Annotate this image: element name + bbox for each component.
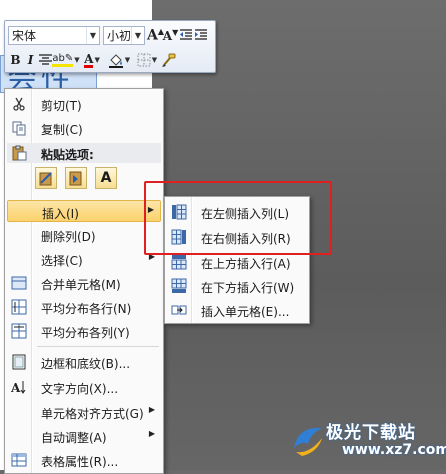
insert-row-below-icon [171, 278, 187, 294]
menu-item-label: 边框和底纹(B)... [41, 357, 131, 371]
menu-item-label: 文字方向(X)... [41, 382, 119, 396]
submenu-item-label: 在上方插入行(A) [201, 257, 291, 271]
watermark-logo-icon [294, 427, 322, 456]
svg-text:A: A [11, 381, 21, 395]
chevron-down-icon[interactable]: ▼ [131, 26, 144, 44]
borders-icon [137, 53, 151, 67]
paste-text-only-button[interactable]: A [95, 167, 117, 189]
format-painter-icon [162, 53, 176, 67]
watermark: 极光下载站 www.xz7.com [286, 410, 446, 470]
italic-icon: I [27, 53, 34, 67]
menu-item-label: 平均分布各行(N) [41, 302, 132, 316]
menu-item-distribute-columns[interactable]: 平均分布各列(Y) [7, 320, 161, 342]
borders-icon [11, 354, 27, 370]
increase-indent-button[interactable] [193, 25, 208, 46]
mini-toolbar: 宋体 ▼ 小初 ▼ A▲ A▼ B I ab✎ ▼ A ▼ ▼ ▼ [4, 20, 216, 73]
menu-item-insert[interactable]: 插入(I) ▶ [7, 200, 161, 222]
scissors-icon [11, 96, 27, 112]
increase-indent-icon [194, 29, 207, 40]
distribute-rows-icon [11, 299, 27, 315]
bold-icon: B [10, 53, 21, 67]
font-name-combo[interactable]: 宋体 ▼ [8, 25, 100, 45]
shading-button[interactable]: ▼ [105, 50, 133, 71]
menu-item-label: 单元格对齐方式(G) [41, 407, 144, 421]
shrink-font-button[interactable]: A▼ [163, 25, 178, 46]
menu-item-label: 删除列(D) [41, 230, 96, 244]
paste-merge-button[interactable] [65, 167, 87, 189]
decrease-indent-icon [179, 29, 192, 40]
decrease-indent-button[interactable] [178, 25, 193, 46]
center-align-button[interactable] [38, 50, 53, 71]
submenu-arrow-icon: ▶ [148, 405, 155, 414]
menu-separator [37, 346, 159, 347]
menu-item-label: 剪切(T) [41, 99, 82, 113]
merge-cells-icon [11, 275, 27, 291]
submenu-item-insert-cells[interactable]: 插入单元格(E)... [167, 299, 307, 321]
menu-item-cut[interactable]: 剪切(T) [7, 93, 161, 115]
highlighter-icon: ab✎ [52, 53, 74, 67]
annotation-highlight-box [144, 181, 332, 255]
text-direction-icon: A [11, 379, 27, 395]
menu-item-autofit[interactable]: 自动调整(A) ▶ [7, 425, 161, 447]
submenu-item-label: 插入单元格(E)... [201, 305, 290, 319]
bold-button[interactable]: B [8, 50, 23, 71]
font-name-value: 宋体 [12, 28, 37, 43]
menu-item-delete-column[interactable]: 删除列(D) [7, 224, 161, 246]
insert-cells-icon [171, 302, 187, 318]
table-properties-icon [11, 452, 27, 468]
menu-item-distribute-rows[interactable]: 平均分布各行(N) [7, 296, 161, 318]
paste-merge-icon [69, 171, 82, 186]
menu-item-merge-cells[interactable]: 合并单元格(M) [7, 272, 161, 294]
menu-item-text-direction[interactable]: A 文字方向(X)... [7, 376, 161, 398]
menu-item-label: 选择(C) [41, 254, 83, 268]
grow-font-icon: A▲ [146, 26, 165, 44]
submenu-arrow-icon: ▶ [148, 429, 155, 438]
paste-keep-formatting-icon [39, 172, 52, 186]
menu-item-select[interactable]: 选择(C) ▶ [7, 248, 161, 270]
align-center-icon [39, 54, 52, 65]
context-menu: 剪切(T) 复制(C) 粘贴选项: A 插入(I) ▶ 删除列(D) 选择(C)… [4, 88, 164, 474]
font-color-icon: A [84, 51, 94, 68]
clipboard-icon [11, 145, 27, 164]
italic-button[interactable]: I [23, 50, 38, 71]
menu-item-label: 合并单元格(M) [41, 278, 121, 292]
menu-item-borders-shading[interactable]: 边框和底纹(B)... [7, 351, 161, 373]
paste-options-label: 粘贴选项: [41, 148, 94, 162]
menu-item-label: 表格属性(R)... [41, 455, 119, 469]
shrink-font-icon: A▼ [162, 27, 179, 43]
chevron-down-icon[interactable]: ▼ [94, 56, 99, 64]
insert-row-above-icon [171, 254, 187, 270]
copy-icon [11, 120, 27, 136]
menu-item-copy[interactable]: 复制(C) [7, 117, 161, 139]
font-color-button[interactable]: A ▼ [79, 50, 105, 71]
menu-item-label: 复制(C) [41, 123, 83, 137]
highlight-color-button[interactable]: ab✎ ▼ [52, 50, 80, 71]
menu-item-label: 自动调整(A) [41, 431, 107, 445]
menu-item-table-properties[interactable]: 表格属性(R)... [7, 449, 161, 471]
borders-button[interactable]: ▼ [133, 50, 161, 71]
chevron-down-icon[interactable]: ▼ [152, 56, 157, 64]
submenu-item-label: 在下方插入行(W) [201, 281, 295, 295]
paste-options-header: 粘贴选项: [7, 143, 161, 163]
font-size-value: 小初 [107, 28, 131, 43]
grow-font-button[interactable]: A▲ [146, 25, 165, 46]
distribute-columns-icon [11, 323, 27, 339]
paste-text-only-icon: A [100, 170, 112, 186]
menu-item-label: 插入(I) [42, 207, 79, 221]
menu-item-cell-alignment[interactable]: 单元格对齐方式(G) ▶ [7, 401, 161, 423]
paint-bucket-icon [108, 54, 123, 68]
chevron-down-icon[interactable]: ▼ [125, 56, 130, 64]
chevron-down-icon[interactable]: ▼ [86, 26, 99, 44]
watermark-url: www.xz7.com [342, 442, 446, 458]
watermark-text: 极光下载站 [326, 423, 416, 443]
font-size-combo[interactable]: 小初 ▼ [103, 25, 145, 45]
menu-item-label: 平均分布各列(Y) [41, 326, 130, 340]
submenu-item-insert-below[interactable]: 在下方插入行(W) [167, 275, 307, 297]
paste-keep-source-button[interactable] [35, 167, 57, 189]
format-painter-button[interactable] [161, 50, 176, 71]
